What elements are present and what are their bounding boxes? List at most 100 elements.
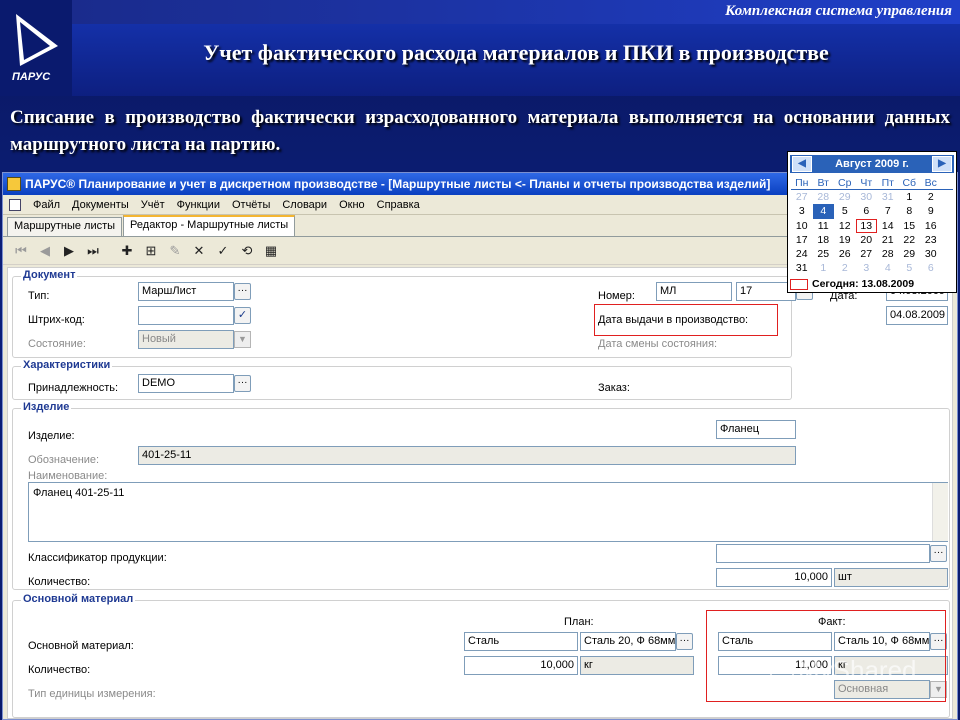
refresh-icon[interactable]: ⟲ — [237, 241, 257, 261]
classifier-field[interactable] — [716, 544, 930, 563]
calendar-day[interactable]: 10 — [791, 219, 813, 233]
type-browse-button[interactable]: ··· — [234, 283, 251, 300]
last-record-icon[interactable]: ⏭ — [83, 241, 103, 261]
belonging-browse-button[interactable]: ··· — [234, 375, 251, 392]
prev-month-arrow-icon[interactable]: ◀ — [792, 156, 812, 172]
menu-file[interactable]: Файл — [27, 199, 66, 211]
save-icon[interactable]: ✓ — [213, 241, 233, 261]
calendar-day[interactable]: 8 — [899, 204, 921, 218]
belonging-field[interactable]: DEMO — [138, 374, 234, 393]
plan-grade-field[interactable]: Сталь 20, Ф 68мм — [580, 632, 676, 651]
calendar-week-row: 31 1 2 3 4 5 6 — [791, 261, 957, 275]
calendar-day[interactable]: 22 — [899, 233, 921, 247]
calendar-day[interactable]: 27 — [856, 247, 878, 261]
type-label: Тип: — [28, 290, 50, 302]
delete-icon[interactable]: ✕ — [189, 241, 209, 261]
menu-help[interactable]: Справка — [371, 199, 426, 211]
calendar-week-row: 17 18 19 20 21 22 23 — [791, 233, 957, 247]
calendar-day[interactable]: 30 — [920, 247, 942, 261]
menu-reports[interactable]: Отчёты — [226, 199, 276, 211]
tab-route-sheets[interactable]: Маршрутные листы — [7, 217, 123, 236]
calendar-day[interactable]: 29 — [834, 190, 856, 204]
calendar-today-link[interactable]: Сегодня: 13.08.2009 — [790, 278, 914, 290]
next-month-arrow-icon[interactable]: ▶ — [932, 156, 952, 172]
calendar-day[interactable]: 2 — [920, 190, 942, 204]
calendar-day[interactable]: 1 — [813, 261, 835, 275]
calendar-day[interactable]: 4 — [877, 261, 899, 275]
name-scrollbar[interactable] — [932, 483, 948, 541]
name-textarea[interactable]: Фланец 401-25-11 — [28, 482, 948, 542]
calendar-day[interactable]: 20 — [856, 233, 878, 247]
calendar-day[interactable]: 25 — [813, 247, 835, 261]
calendar-day[interactable]: 9 — [920, 204, 942, 218]
issue-date-field[interactable]: 04.08.2009 — [886, 306, 948, 325]
plan-grade-browse-button[interactable]: ··· — [676, 633, 693, 650]
calendar-day[interactable]: 30 — [856, 190, 878, 204]
state-dropdown-chevron-icon[interactable]: ▼ — [234, 331, 251, 348]
plan-unit-field[interactable]: кг — [580, 656, 694, 675]
calendar-day[interactable]: 29 — [899, 247, 921, 261]
characteristics-group-title: Характеристики — [21, 359, 113, 371]
calendar-day-today[interactable]: 13 — [855, 218, 877, 233]
calendar-day[interactable]: 3 — [791, 204, 813, 218]
calendar-day[interactable]: 1 — [899, 190, 921, 204]
menu-functions[interactable]: Функции — [171, 199, 226, 211]
number-label: Номер: — [598, 290, 635, 302]
calendar-day-selected[interactable]: 4 — [812, 204, 834, 219]
calendar-day[interactable]: 15 — [899, 219, 921, 233]
menu-accounting[interactable]: Учёт — [135, 199, 171, 211]
state-field[interactable]: Новый — [138, 330, 234, 349]
calendar-today-label: Сегодня: 13.08.2009 — [812, 278, 915, 290]
calendar-day[interactable]: 21 — [877, 233, 899, 247]
product-quantity-label: Количество: — [28, 576, 91, 588]
calendar-day[interactable]: 2 — [834, 261, 856, 275]
barcode-field[interactable] — [138, 306, 234, 325]
add-copy-icon[interactable]: ⊞ — [141, 241, 161, 261]
calendar-day[interactable]: 5 — [834, 204, 856, 218]
next-record-icon[interactable]: ▶ — [59, 241, 79, 261]
barcode-check-button[interactable]: ✓ — [234, 307, 251, 324]
number-prefix-field[interactable]: МЛ — [656, 282, 732, 301]
calendar-day[interactable]: 3 — [856, 261, 878, 275]
plan-quantity-field[interactable]: 10,000 — [464, 656, 578, 675]
menu-documents[interactable]: Документы — [66, 199, 135, 211]
calendar-day[interactable]: 27 — [791, 190, 813, 204]
tab-route-sheet-editor[interactable]: Редактор - Маршрутные листы — [123, 215, 296, 236]
calendar-day[interactable]: 31 — [791, 261, 813, 275]
plan-material-field[interactable]: Сталь — [464, 632, 578, 651]
menu-dictionaries[interactable]: Словари — [276, 199, 333, 211]
type-field[interactable]: МаршЛист — [138, 282, 234, 301]
menu-window[interactable]: Окно — [333, 199, 371, 211]
calendar-day[interactable]: 28 — [813, 190, 835, 204]
calendar-day[interactable]: 5 — [899, 261, 921, 275]
product-quantity-field[interactable]: 10,000 — [716, 568, 832, 587]
calendar-day[interactable]: 24 — [791, 247, 813, 261]
calendar-day[interactable]: 31 — [877, 190, 899, 204]
calendar-day[interactable]: 14 — [877, 219, 899, 233]
first-record-icon[interactable]: ⏮ — [11, 241, 31, 261]
calendar-day[interactable]: 19 — [834, 233, 856, 247]
calendar-day[interactable]: 18 — [813, 233, 835, 247]
calendar-day[interactable]: 16 — [920, 219, 942, 233]
calendar-day[interactable]: 26 — [834, 247, 856, 261]
svg-text:ПАРУС: ПАРУС — [12, 71, 51, 83]
edit-icon[interactable]: ✎ — [165, 241, 185, 261]
calendar-day[interactable]: 11 — [813, 219, 835, 233]
calendar-day[interactable]: 12 — [834, 219, 856, 233]
product-unit-field[interactable]: шт — [834, 568, 948, 587]
calendar-month-title: Август 2009 г. — [835, 158, 909, 170]
calendar-day[interactable]: 23 — [920, 233, 942, 247]
calendar-day[interactable]: 6 — [920, 261, 942, 275]
prev-record-icon[interactable]: ◀ — [35, 241, 55, 261]
designation-field[interactable]: 401-25-11 — [138, 446, 796, 465]
product-field[interactable]: Фланец — [716, 420, 796, 439]
calendar-day[interactable]: 28 — [877, 247, 899, 261]
plan-label: План: — [564, 616, 594, 628]
calendar-day[interactable]: 6 — [856, 204, 878, 218]
classifier-browse-button[interactable]: ··· — [930, 545, 947, 562]
calendar-day[interactable]: 7 — [877, 204, 899, 218]
calculator-icon[interactable]: ▦ — [261, 241, 281, 261]
calendar-day[interactable]: 17 — [791, 233, 813, 247]
add-icon[interactable]: ✚ — [117, 241, 137, 261]
unit-type-label: Тип единицы измерения: — [28, 688, 156, 700]
